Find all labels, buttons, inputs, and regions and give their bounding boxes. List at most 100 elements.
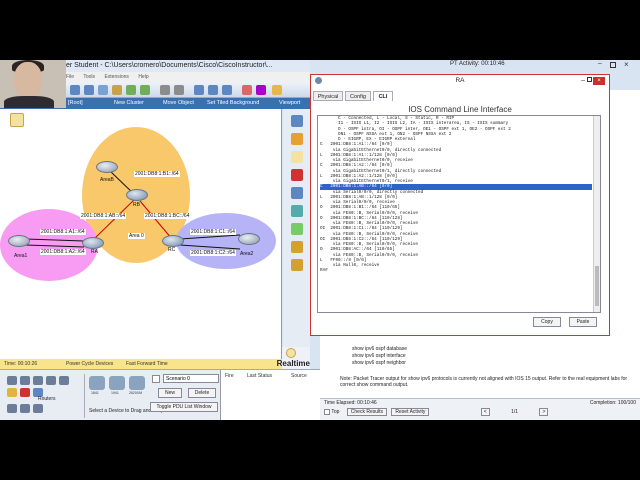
router-type-3-icon[interactable] [33, 404, 43, 413]
resize-icon[interactable] [291, 223, 303, 235]
check-results-button[interactable]: Check Results [346, 408, 387, 416]
add-complex-pdu-icon[interactable] [291, 259, 303, 271]
inspect-icon[interactable] [291, 187, 303, 199]
top-checkbox[interactable] [324, 408, 330, 415]
terminal-scroll-thumb[interactable] [595, 266, 599, 306]
router-ra-icon[interactable] [82, 237, 104, 249]
copy-button[interactable]: Copy [533, 317, 561, 327]
toggle-pdu-list-button[interactable]: Toggle PDU List Window [150, 402, 218, 412]
router-type-icon[interactable] [7, 404, 17, 413]
activity-instructions-edge [610, 90, 640, 336]
select-icon[interactable] [291, 115, 303, 127]
security-category-icon[interactable] [20, 388, 30, 397]
power-cycle-button[interactable]: Power Cycle Devices [66, 359, 113, 369]
router-rc-icon[interactable] [162, 235, 184, 247]
delete-icon[interactable] [291, 169, 303, 181]
custom-device-icon[interactable] [256, 85, 266, 95]
router-minimize-button[interactable]: – [581, 77, 585, 84]
menu-extensions[interactable]: Extensions [104, 74, 128, 80]
terminal-scrollbar[interactable] [593, 116, 600, 312]
undo-icon[interactable] [160, 85, 170, 95]
tab-cli[interactable]: CLI [373, 91, 393, 101]
redo-icon[interactable] [174, 85, 184, 95]
draw-icon[interactable] [291, 205, 303, 217]
router-2620xm-icon[interactable] [129, 376, 145, 390]
activity-close-button[interactable]: × [624, 60, 629, 69]
device-models: 1841 1941 2620XM Select a Device to Drag… [84, 374, 175, 418]
desktop: er Student - C:\Users\cromero\Documents\… [0, 60, 640, 420]
palette-icon[interactable] [242, 85, 252, 95]
viewport-button[interactable]: Viewport [279, 98, 300, 109]
rc-c1-subnet-label: 2001:DB8:1:C1::/64 [190, 229, 236, 235]
router-type-2-icon[interactable] [20, 404, 30, 413]
model-1941-label: 1941 [111, 391, 119, 395]
router-maximize-button[interactable] [587, 77, 592, 82]
delete-scenario-button[interactable]: Delete [188, 388, 216, 398]
page-indicator: 1/1 [511, 409, 519, 415]
ra-label: RA [91, 249, 98, 255]
clock-icon[interactable] [286, 348, 296, 358]
reset-activity-button[interactable]: Reset Activity [391, 408, 430, 416]
root-button[interactable]: [Root] [68, 98, 83, 109]
menu-file[interactable]: File [66, 74, 74, 80]
move-icon[interactable] [291, 133, 303, 145]
area2-label: Area2 [240, 251, 254, 257]
print-icon[interactable] [98, 85, 108, 95]
tab-config[interactable]: Config [345, 91, 371, 101]
next-page-button[interactable]: > [539, 408, 549, 416]
cli-terminal[interactable]: C - Connected, L - Local, S - Static, R … [317, 115, 601, 313]
wireless-category-icon[interactable] [46, 376, 56, 385]
router-rb-icon[interactable] [126, 189, 148, 201]
command-ospf-interface: show ipv6 ospf interface [352, 353, 406, 359]
zoom-out-icon[interactable] [222, 85, 232, 95]
category-label: Routers [38, 396, 56, 402]
add-simple-pdu-icon[interactable] [291, 241, 303, 253]
pdu-list: Fire Last Status Source [220, 370, 320, 420]
router-1941-icon[interactable] [109, 376, 125, 390]
scenario-checkbox[interactable] [152, 375, 160, 383]
prev-page-button[interactable]: < [480, 408, 490, 416]
zoom-reset-icon[interactable] [208, 85, 218, 95]
paste-button[interactable]: Paste [569, 317, 597, 327]
switches-category-icon[interactable] [20, 376, 30, 385]
new-scenario-button[interactable]: New [158, 388, 182, 398]
place-note-icon[interactable] [291, 151, 303, 163]
move-object-button[interactable]: Move Object [163, 98, 194, 109]
activity-maximize-button[interactable] [610, 62, 616, 68]
sim-time: Time: 00:10:26 [4, 361, 38, 367]
router-close-button[interactable]: × [593, 77, 605, 85]
routers-category-icon[interactable] [7, 376, 17, 385]
new-cluster-button[interactable]: New Cluster [114, 98, 144, 109]
wizard-icon[interactable] [112, 85, 122, 95]
open-icon[interactable] [70, 85, 80, 95]
activity-minimize-button[interactable]: – [598, 60, 602, 67]
paste-icon[interactable] [140, 85, 150, 95]
command-ospf-neighbor: show ipv6 ospf neighbor [352, 360, 406, 366]
model-1841-label: 1841 [91, 391, 99, 395]
copy-icon[interactable] [126, 85, 136, 95]
col-source: Source [291, 373, 307, 379]
router-1841-icon[interactable] [89, 376, 105, 390]
menu-help[interactable]: Help [138, 74, 148, 80]
area1-label: Area1 [14, 253, 28, 259]
hubs-category-icon[interactable] [33, 376, 43, 385]
area2-switch-icon[interactable] [238, 233, 260, 245]
fast-forward-button[interactable]: Fast Forward Time [126, 359, 168, 369]
realtime-mode-label[interactable]: Realtime [250, 359, 310, 369]
areab-switch-icon[interactable] [96, 161, 118, 173]
router-window-title: RA [311, 75, 609, 87]
tab-physical[interactable]: Physical [313, 91, 343, 101]
area1-switch-icon[interactable] [8, 235, 30, 247]
zoom-in-icon[interactable] [194, 85, 204, 95]
save-icon[interactable] [84, 85, 94, 95]
help-icon[interactable] [272, 85, 282, 95]
logical-workspace[interactable]: AreaB 2001:DB8:1:B1::/64 RB 2001:DB8:1:A… [0, 109, 282, 359]
menu-tools[interactable]: Tools [83, 74, 95, 80]
completion: Completion: 100/100 [589, 400, 636, 406]
connections-category-icon[interactable] [59, 376, 69, 385]
top-label: Top [331, 409, 340, 415]
webcam-face [14, 62, 42, 98]
end-devices-category-icon[interactable] [7, 388, 17, 397]
set-tiled-background-button[interactable]: Set Tiled Background [207, 98, 259, 109]
scenario-select[interactable]: Scenario 0 [163, 374, 219, 383]
